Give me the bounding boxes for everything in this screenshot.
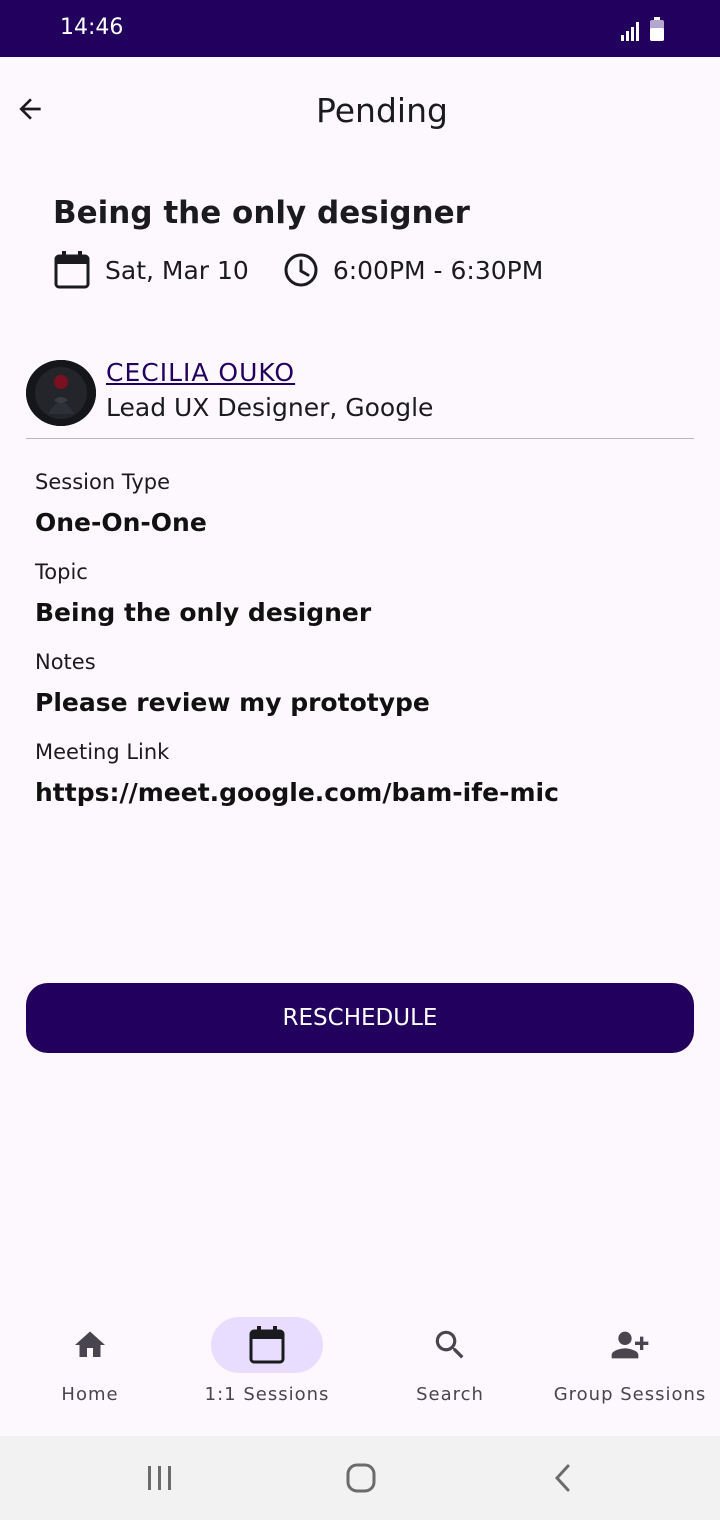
topic-label: Topic [35, 560, 88, 584]
bottom-navigation: Home 1:1 Sessions Search Group Sessions [0, 1296, 720, 1436]
divider [26, 438, 694, 439]
home-icon [75, 1331, 105, 1357]
back-system-button[interactable] [503, 1436, 623, 1520]
session-datetime: Sat, Mar 10 6:00PM - 6:30PM [53, 250, 543, 290]
battery-icon [650, 17, 664, 41]
home-system-button[interactable] [301, 1436, 421, 1520]
nav-label-group-sessions: Group Sessions [553, 1384, 707, 1405]
system-navigation-bar [0, 1436, 720, 1520]
calendar-icon [249, 1326, 285, 1364]
mentor-card: CECILIA OUKO Lead UX Designer, Google [26, 358, 694, 438]
search-icon [435, 1330, 464, 1359]
reschedule-button[interactable]: RESCHEDULE [26, 983, 694, 1053]
mentor-role: Lead UX Designer, Google [106, 393, 434, 422]
status-time: 14:46 [60, 15, 124, 40]
session-time: 6:00PM - 6:30PM [332, 255, 544, 285]
recents-button[interactable] [100, 1436, 220, 1520]
nav-icon-container [34, 1317, 146, 1373]
session-type-value: One-On-One [35, 508, 207, 537]
page-title: Pending [316, 91, 448, 130]
signal-icon [621, 22, 639, 41]
nav-label-home: Home [61, 1384, 119, 1405]
session-type-label: Session Type [35, 470, 171, 494]
nav-item-sessions[interactable]: 1:1 Sessions [177, 1296, 357, 1436]
nav-icon-container [394, 1317, 506, 1373]
session-details: Session Type One-On-One Topic Being the … [35, 466, 685, 826]
status-bar: 14:46 [0, 0, 720, 57]
meeting-link-label: Meeting Link [35, 740, 170, 764]
nav-icon-container [574, 1317, 686, 1373]
status-icons [620, 17, 664, 41]
avatar[interactable] [26, 360, 96, 426]
home-circle-icon [346, 1463, 376, 1493]
topic-value: Being the only designer [35, 598, 372, 627]
calendar-icon [54, 251, 90, 289]
nav-item-search[interactable]: Search [360, 1296, 540, 1436]
nav-label-search: Search [416, 1384, 484, 1405]
notes-value: Please review my prototype [35, 688, 430, 717]
nav-label-sessions: 1:1 Sessions [204, 1384, 330, 1405]
clock-icon [284, 253, 318, 287]
session-title: Being the only designer [53, 195, 470, 231]
session-date: Sat, Mar 10 [105, 255, 249, 285]
notes-label: Notes [35, 650, 96, 674]
recents-icon [148, 1466, 171, 1490]
mentor-name-link[interactable]: CECILIA OUKO [106, 358, 295, 387]
chevron-left-icon [554, 1464, 570, 1492]
nav-item-group-sessions[interactable]: Group Sessions [540, 1296, 720, 1436]
meeting-link-value[interactable]: https://meet.google.com/bam-ife-mic [35, 768, 685, 826]
nav-icon-container-active [211, 1317, 323, 1373]
app-bar: Pending [0, 57, 720, 169]
nav-item-home[interactable]: Home [0, 1296, 180, 1436]
person-add-icon [611, 1331, 649, 1359]
